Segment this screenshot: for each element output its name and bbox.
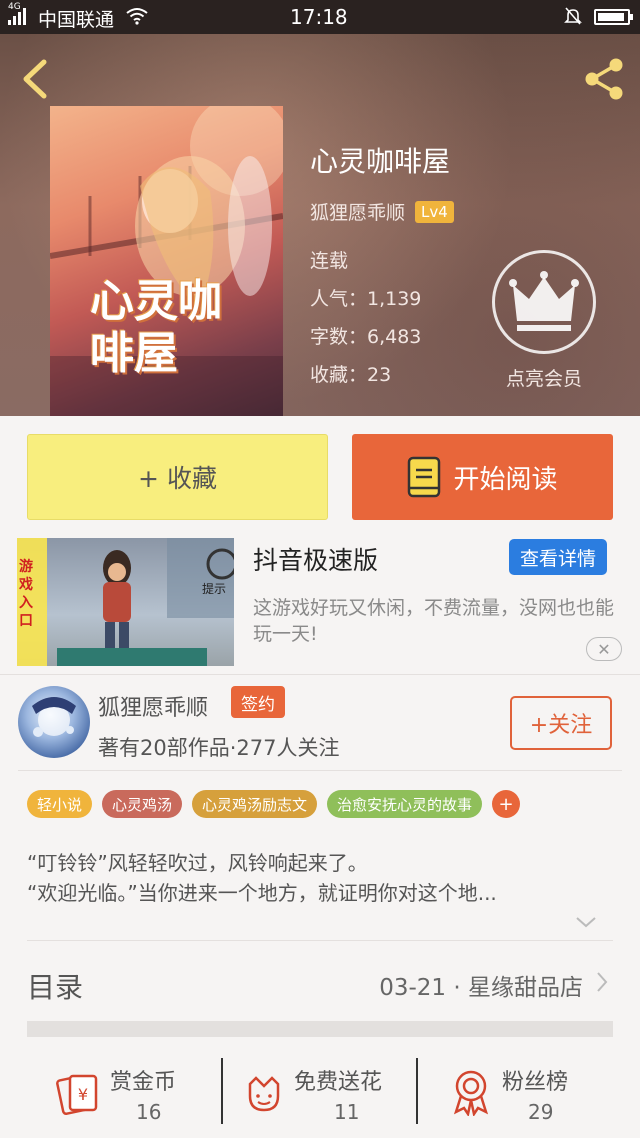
author-row: 狐狸愿乖顺 Lv4	[310, 198, 454, 225]
bottom-action-bar: ¥ 赏金币 16 免费送花 11 粉丝榜 29	[0, 1048, 640, 1138]
book-title: 心灵咖啡屋	[310, 145, 451, 178]
fan-ranking-count: 29	[528, 1100, 554, 1124]
reward-coins-label: 赏金币	[110, 1070, 177, 1095]
level-badge: Lv4	[415, 200, 454, 223]
start-reading-button[interactable]: 开始阅读	[352, 434, 613, 520]
book-icon	[408, 456, 441, 498]
author-name[interactable]: 狐狸愿乖顺	[310, 198, 405, 225]
vip-label[interactable]: 点亮会员	[498, 364, 590, 391]
fan-ranking-button[interactable]: 粉丝榜 29	[446, 1048, 616, 1138]
book-header: 心灵咖啡屋 心灵咖啡屋 狐狸愿乖顺 Lv4 连载 人气：1,139 字数：6,4…	[0, 34, 640, 416]
toc-label: 目录	[27, 971, 84, 1004]
author-stats: 著有20部作品·277人关注	[98, 736, 340, 760]
signed-badge: 签约	[231, 686, 285, 718]
flower-icon	[248, 1076, 280, 1112]
fan-ranking-label: 粉丝榜	[502, 1070, 569, 1095]
table-of-contents-row[interactable]: 目录 03-21 · 星缘甜品店	[27, 952, 613, 1012]
tag-item[interactable]: 轻小说	[27, 790, 93, 818]
popularity: 人气：1,139	[310, 288, 422, 310]
crown-icon	[509, 271, 579, 331]
back-button[interactable]	[14, 54, 58, 104]
status-bar: 4G 中国联通 17:18	[0, 0, 640, 34]
tag-item[interactable]: 心灵鸡汤励志文	[192, 790, 318, 818]
ad-detail-button[interactable]: 查看详情	[509, 539, 607, 575]
latest-chapter: 03-21 · 星缘甜品店	[379, 975, 583, 1001]
description-line: “叮铃铃”风轻轻吹过，风铃响起来了。	[27, 851, 368, 875]
ad-image-side-text: 游戏入口	[19, 559, 33, 629]
divider	[221, 1058, 223, 1124]
wifi-icon	[126, 8, 148, 25]
chevron-down-icon[interactable]	[574, 912, 598, 932]
add-favorite-label: + 收藏	[138, 464, 217, 493]
author-avatar[interactable]	[18, 686, 90, 758]
clock: 17:18	[290, 5, 348, 29]
vip-crown-button[interactable]	[492, 250, 596, 354]
ad-description: 这游戏好玩又休闲，不费流量，没网也也能玩一天!	[253, 597, 615, 645]
svg-text:¥: ¥	[78, 1085, 88, 1104]
reward-coins-button[interactable]: ¥ 赏金币 16	[50, 1048, 210, 1138]
description-line: “欢迎光临。”当你进来一个地方，就证明你对这个地...	[27, 881, 497, 905]
send-flower-label: 免费送花	[294, 1070, 383, 1095]
medal-icon	[453, 1070, 489, 1116]
cover-title-art: 心灵咖啡屋	[90, 276, 222, 379]
send-flower-count: 11	[334, 1100, 360, 1124]
follow-button[interactable]: +关注	[510, 696, 612, 750]
divider	[27, 940, 613, 941]
send-flower-button[interactable]: 免费送花 11	[240, 1048, 410, 1138]
section-separator	[27, 1021, 613, 1037]
chevron-right-icon	[597, 972, 608, 992]
favorite-count: 收藏：23	[310, 364, 392, 386]
coin-envelope-icon: ¥	[56, 1074, 98, 1116]
divider	[18, 770, 622, 771]
network-type: 4G	[8, 2, 21, 12]
ad-image-hint-text: 提示	[202, 582, 227, 596]
reward-coins-count: 16	[136, 1100, 162, 1124]
carrier-name: 中国联通	[38, 9, 115, 31]
divider	[0, 674, 640, 675]
book-cover[interactable]: 心灵咖啡屋	[50, 106, 283, 416]
ad-title[interactable]: 抖音极速版	[253, 541, 378, 577]
add-favorite-button[interactable]: + 收藏	[27, 434, 328, 520]
start-reading-label: 开始阅读	[453, 464, 558, 495]
book-status: 连载	[310, 250, 349, 272]
word-count: 字数：6,483	[310, 326, 422, 348]
author-section-name[interactable]: 狐狸愿乖顺	[98, 690, 208, 722]
mute-bell-icon	[564, 7, 582, 25]
add-tag-button[interactable]: +	[492, 790, 521, 818]
ad-close-button[interactable]: ✕	[586, 637, 622, 661]
ad-image[interactable]: 游戏入口 提示	[17, 538, 234, 666]
share-button[interactable]	[580, 54, 630, 104]
tag-item[interactable]: 心灵鸡汤	[102, 790, 183, 818]
tag-item[interactable]: 治愈安抚心灵的故事	[327, 790, 483, 818]
divider	[416, 1058, 418, 1124]
tag-list: 轻小说 心灵鸡汤 心灵鸡汤励志文 治愈安抚心灵的故事 +	[27, 790, 521, 818]
book-description[interactable]: “叮铃铃”风轻轻吹过，风铃响起来了。 “欢迎光临。”当你进来一个地方，就证明你对…	[27, 848, 617, 908]
close-icon: ✕	[597, 639, 611, 659]
battery-icon	[594, 9, 633, 25]
